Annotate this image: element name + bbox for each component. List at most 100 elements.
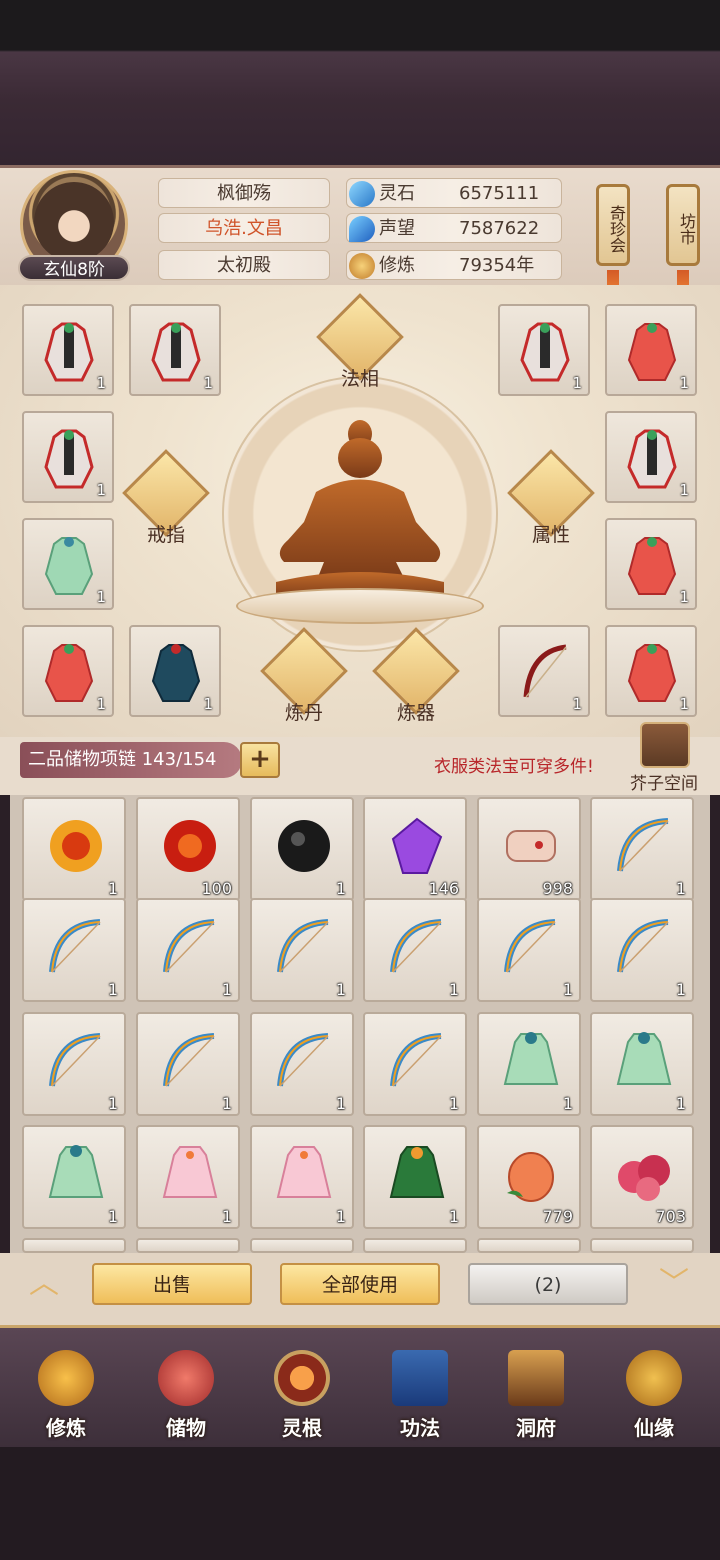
green-robe-icon [616,1032,672,1085]
equip-slot[interactable]: 1 [605,518,697,610]
nav-label: 修炼 [46,1416,86,1440]
inventory-item[interactable]: 146 [363,797,467,901]
sell-button[interactable]: 出售 [92,1263,252,1305]
inventory-item[interactable]: 998 [477,797,581,901]
inventory-item[interactable]: 1 [136,1125,240,1229]
pink-robe-icon [276,1146,332,1198]
inventory-item-partial[interactable] [136,1238,240,1253]
bow-icon [49,919,101,973]
slot-quantity: 1 [203,695,213,713]
item-quantity: 1 [448,1094,459,1113]
item-quantity: 1 [675,980,686,999]
inventory-item[interactable]: 1 [22,898,126,1002]
inventory-item[interactable]: 100 [136,797,240,901]
peach-icon [507,1152,554,1202]
inventory-item[interactable]: 1 [363,1125,467,1229]
inventory-item[interactable]: 1 [477,898,581,1002]
slot-quantity: 1 [96,374,106,392]
inventory-item[interactable]: 1 [590,898,694,1002]
cultivation-icon [349,253,375,279]
inventory-item-partial[interactable] [590,1238,694,1253]
storage-capacity-tab[interactable]: 二品储物项链 143/154 [20,742,242,778]
inventory-item[interactable]: 1 [250,797,354,901]
nav-destiny[interactable]: 仙缘 [604,1350,704,1444]
item-quantity: 1 [675,1094,686,1113]
inventory-item[interactable]: 1 [250,1012,354,1116]
berries-icon [618,1155,670,1201]
player-title: 乌浩.文昌 [158,213,330,243]
inventory-item-partial[interactable] [363,1238,467,1253]
equip-slot[interactable]: 1 [605,411,697,503]
item-quantity: 1 [221,1094,232,1113]
page-up-icon[interactable]: ︿ [16,1268,72,1300]
inventory-item[interactable]: 1 [477,1012,581,1116]
nav-cultivate[interactable]: 修炼 [16,1350,116,1444]
red-white-robe-icon [627,429,677,489]
expand-storage-button[interactable]: + [240,742,280,778]
item-quantity: 1 [562,1094,573,1113]
page-down-icon[interactable]: ﹀ [646,1268,702,1300]
inventory-item[interactable]: 1 [136,1012,240,1116]
nav-technique[interactable]: 功法 [370,1350,470,1444]
fire-orb-icon [50,820,102,872]
player-name: 枫御殇 [158,178,330,208]
slot-quantity: 1 [96,695,106,713]
inventory-item[interactable]: 703 [590,1125,694,1229]
bow-icon [617,919,669,973]
nav-label: 功法 [400,1416,440,1440]
item-quantity: 1 [335,980,346,999]
inventory-item[interactable]: 1 [22,1012,126,1116]
inventory-item[interactable]: 1 [590,1012,694,1116]
treasure-auction-button[interactable]: 奇珍会 [596,184,630,266]
nav-spirit-root[interactable]: 灵根 [252,1350,352,1444]
inventory-item[interactable]: 1 [250,1125,354,1229]
market-button[interactable]: 坊市 [666,184,700,266]
inventory-item[interactable]: 1 [22,1125,126,1229]
bow-icon [49,1033,101,1087]
equip-slot[interactable]: 1 [605,625,697,717]
refine-label: 炼器 [396,702,435,724]
inventory-item-partial[interactable] [250,1238,354,1253]
inventory-item[interactable]: 779 [477,1125,581,1229]
equip-slot[interactable]: 1 [22,411,114,503]
inventory-item[interactable]: 1 [363,1012,467,1116]
mustard-space-icon[interactable] [640,722,690,768]
inventory-item-partial[interactable] [22,1238,126,1253]
equip-slot[interactable]: 1 [22,518,114,610]
inventory-item[interactable]: 1 [250,898,354,1002]
equip-slot[interactable]: 1 [129,625,221,717]
resource-label: 修炼 [379,255,415,276]
resource-cultivation: 修炼 79354年 [346,250,562,280]
equip-slot[interactable]: 1 [498,304,590,396]
item-quantity: 1 [107,1207,118,1226]
storage-bag-icon [158,1350,214,1406]
equip-slot[interactable]: 1 [498,625,590,717]
technique-book-icon [392,1350,448,1406]
inventory-item[interactable]: 1 [363,898,467,1002]
inventory-item-partial[interactable] [477,1238,581,1253]
mustard-space-label[interactable]: 芥子空间 [630,769,698,794]
equip-slot[interactable]: 1 [605,304,697,396]
equip-slot[interactable]: 1 [22,304,114,396]
page-count-button[interactable]: (2) [468,1263,628,1305]
equip-slot[interactable]: 1 [22,625,114,717]
nav-label: 仙缘 [634,1416,674,1440]
item-quantity: 703 [655,1207,686,1226]
bow-icon [504,919,556,973]
inventory-item[interactable]: 1 [590,797,694,901]
nav-cave-house[interactable]: 洞府 [486,1350,586,1444]
purple-crystal-icon [391,817,443,874]
item-quantity: 1 [448,1207,459,1226]
leaf-robe-icon [389,1146,445,1198]
rank-badge: 玄仙8阶 [18,255,130,281]
use-all-button[interactable]: 全部使用 [280,1263,440,1305]
nav-storage[interactable]: 储物 [136,1350,236,1444]
inventory-item[interactable]: 1 [136,898,240,1002]
bow-icon [523,644,567,698]
inventory-item[interactable]: 1 [22,797,126,901]
item-quantity: 146 [428,879,459,898]
black-orb-icon [278,820,330,872]
equip-slot[interactable]: 1 [129,304,221,396]
player-sect: 太初殿 [158,250,330,280]
lotus-platform [236,588,484,624]
